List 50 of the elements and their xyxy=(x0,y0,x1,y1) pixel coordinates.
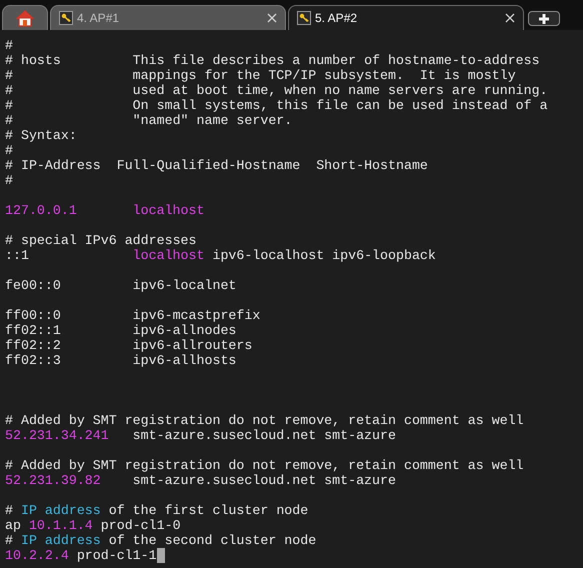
terminal-text: # Added by SMT registration do not remove, retain comment as well xyxy=(5,413,524,428)
terminal-text: of the first cluster node xyxy=(108,503,308,518)
terminal-text: ff00::0 ipv6-mcastprefix xyxy=(5,308,260,323)
terminal-text: ::1 xyxy=(5,248,30,263)
session-tab[interactable]: 5. AP#2 xyxy=(288,5,524,30)
terminal-text: # xyxy=(5,143,13,158)
tab-label: 5. AP#2 xyxy=(315,10,358,27)
highlighted-value: 52.231.34.241 xyxy=(5,428,110,443)
terminal-text: # hosts This file describes a number of hostname-to-address xyxy=(5,53,540,68)
terminal-text: ff02::1 ipv6-allnodes xyxy=(5,323,236,338)
terminal-text: # xyxy=(5,173,13,188)
terminal-text: smt-azure.susecloud.net smt-azure xyxy=(132,428,396,443)
highlighted-value: 10.2.2.4 xyxy=(5,548,69,563)
close-icon[interactable] xyxy=(505,13,515,23)
terminal-text: # On small systems, this file can be used instead of a xyxy=(5,98,548,113)
terminal-text: ipv6-localhost ipv6-loopback xyxy=(211,248,436,263)
session-tab[interactable]: 4. AP#1 xyxy=(50,5,286,30)
terminal-text: prod-cl1-1 xyxy=(76,548,157,563)
plus-icon xyxy=(539,14,549,24)
terminal-text: # xyxy=(5,38,13,53)
terminal-text: # "named" name server. xyxy=(5,113,292,128)
terminal-text: ff02::2 ipv6-allrouters xyxy=(5,338,252,353)
highlighted-keyword: IP address xyxy=(20,533,101,548)
terminal-text: # Added by SMT registration do not remove, retain comment as well xyxy=(5,458,524,473)
terminal-text: # used at boot time, when no name servers are running. xyxy=(5,83,548,98)
house-icon xyxy=(16,10,34,26)
terminal-text: prod-cl1-0 xyxy=(100,518,181,533)
key-icon xyxy=(59,11,73,25)
highlighted-value: localhost xyxy=(132,203,204,218)
highlighted-value: 127.0.0.1 xyxy=(5,203,78,218)
highlighted-keyword: IP address xyxy=(20,503,101,518)
terminal-text: fe00::0 ipv6-localnet xyxy=(5,278,236,293)
terminal-text: # special IPv6 addresses xyxy=(5,233,197,248)
close-icon[interactable] xyxy=(267,13,277,23)
home-tab[interactable] xyxy=(2,5,48,30)
terminal-text: # Syntax: xyxy=(5,128,77,143)
terminal-text: # xyxy=(5,533,14,548)
terminal-text: # IP-Address Full-Qualified-Hostname Short-Hostname xyxy=(5,158,428,173)
terminal-text: of the second cluster node xyxy=(108,533,316,548)
new-tab-button[interactable] xyxy=(528,11,560,26)
key-icon xyxy=(297,11,311,25)
terminal-text: # xyxy=(5,503,14,518)
highlighted-value: 10.1.1.4 xyxy=(28,518,93,533)
highlighted-value: 52.231.39.82 xyxy=(5,473,102,488)
tab-label: 4. AP#1 xyxy=(77,10,120,27)
terminal-text: ff02::3 ipv6-allhosts xyxy=(5,353,236,368)
terminal-text: ap xyxy=(5,518,22,533)
terminal-text: # mappings for the TCP/IP subsystem. It is mostly xyxy=(5,68,516,83)
highlighted-value: localhost xyxy=(132,248,204,263)
terminal-text: smt-azure.susecloud.net smt-azure xyxy=(132,473,396,488)
